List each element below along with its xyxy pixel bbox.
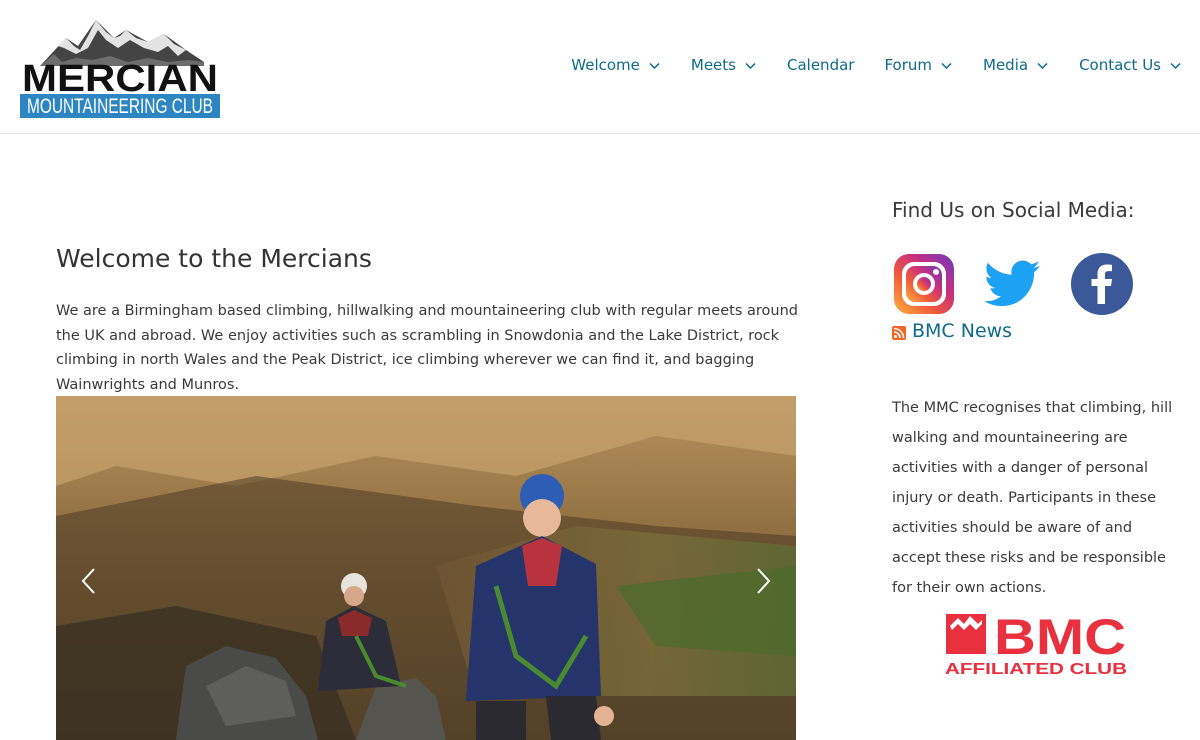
bmc-wordmark: BMC	[994, 610, 1126, 665]
intro-paragraph: We are a Birmingham based climbing, hill…	[56, 303, 798, 393]
chevron-down-icon	[1036, 59, 1049, 72]
main-navigation: Welcome Meets Calendar Forum Media Conta…	[571, 56, 1182, 74]
nav-media[interactable]: Media	[983, 56, 1049, 74]
chevron-down-icon	[1169, 59, 1182, 72]
nav-label: Calendar	[787, 56, 855, 74]
nav-label: Meets	[690, 56, 736, 74]
slider-prev-arrow-icon[interactable]	[78, 566, 100, 596]
main-content: Welcome to the Mercians We are a Birming…	[56, 134, 798, 740]
nav-label: Welcome	[571, 56, 640, 74]
mercian-logo-graphic: MERCIAN MOUNTAINEERING CLUB	[20, 20, 220, 118]
chevron-down-icon	[940, 59, 953, 72]
image-slider[interactable]	[56, 396, 796, 740]
nav-label: Forum	[884, 56, 933, 74]
bmc-news-rss-link[interactable]: BMC News	[892, 320, 1012, 342]
slider-next-arrow-icon[interactable]	[752, 566, 774, 596]
chevron-down-icon	[648, 59, 661, 72]
facebook-icon[interactable]	[1070, 252, 1134, 316]
climbers-photo	[56, 396, 796, 740]
bmc-affiliated-logo: BMC AFFILIATED CLUB	[944, 610, 1130, 676]
nav-meets[interactable]: Meets	[691, 56, 757, 74]
chevron-down-icon	[744, 59, 757, 72]
logo-title: MERCIAN	[22, 58, 218, 100]
nav-label: Media	[983, 56, 1029, 74]
nav-calendar[interactable]: Calendar	[787, 56, 854, 74]
page-title: Welcome to the Mercians	[56, 244, 372, 273]
safety-disclaimer: The MMC recognises that climbing, hill w…	[892, 400, 1173, 596]
site-logo[interactable]: MERCIAN MOUNTAINEERING CLUB	[18, 16, 222, 120]
bmc-affiliated-label: AFFILIATED CLUB	[945, 661, 1127, 676]
rss-icon	[892, 326, 906, 340]
nav-welcome[interactable]: Welcome	[571, 56, 661, 74]
site-header: MERCIAN MOUNTAINEERING CLUB Welcome Meet…	[0, 0, 1200, 134]
rss-link-label: BMC News	[912, 320, 1013, 342]
nav-label: Contact Us	[1079, 56, 1161, 74]
instagram-icon[interactable]	[892, 252, 956, 316]
twitter-icon[interactable]	[980, 252, 1044, 316]
logo-subtitle: MOUNTAINEERING CLUB	[27, 95, 213, 118]
social-widget-title: Find Us on Social Media:	[892, 198, 1135, 222]
nav-contact-us[interactable]: Contact Us	[1079, 56, 1182, 74]
nav-forum[interactable]: Forum	[884, 56, 953, 74]
sidebar: Find Us on Social Media: BMC News The MM…	[892, 134, 1182, 740]
